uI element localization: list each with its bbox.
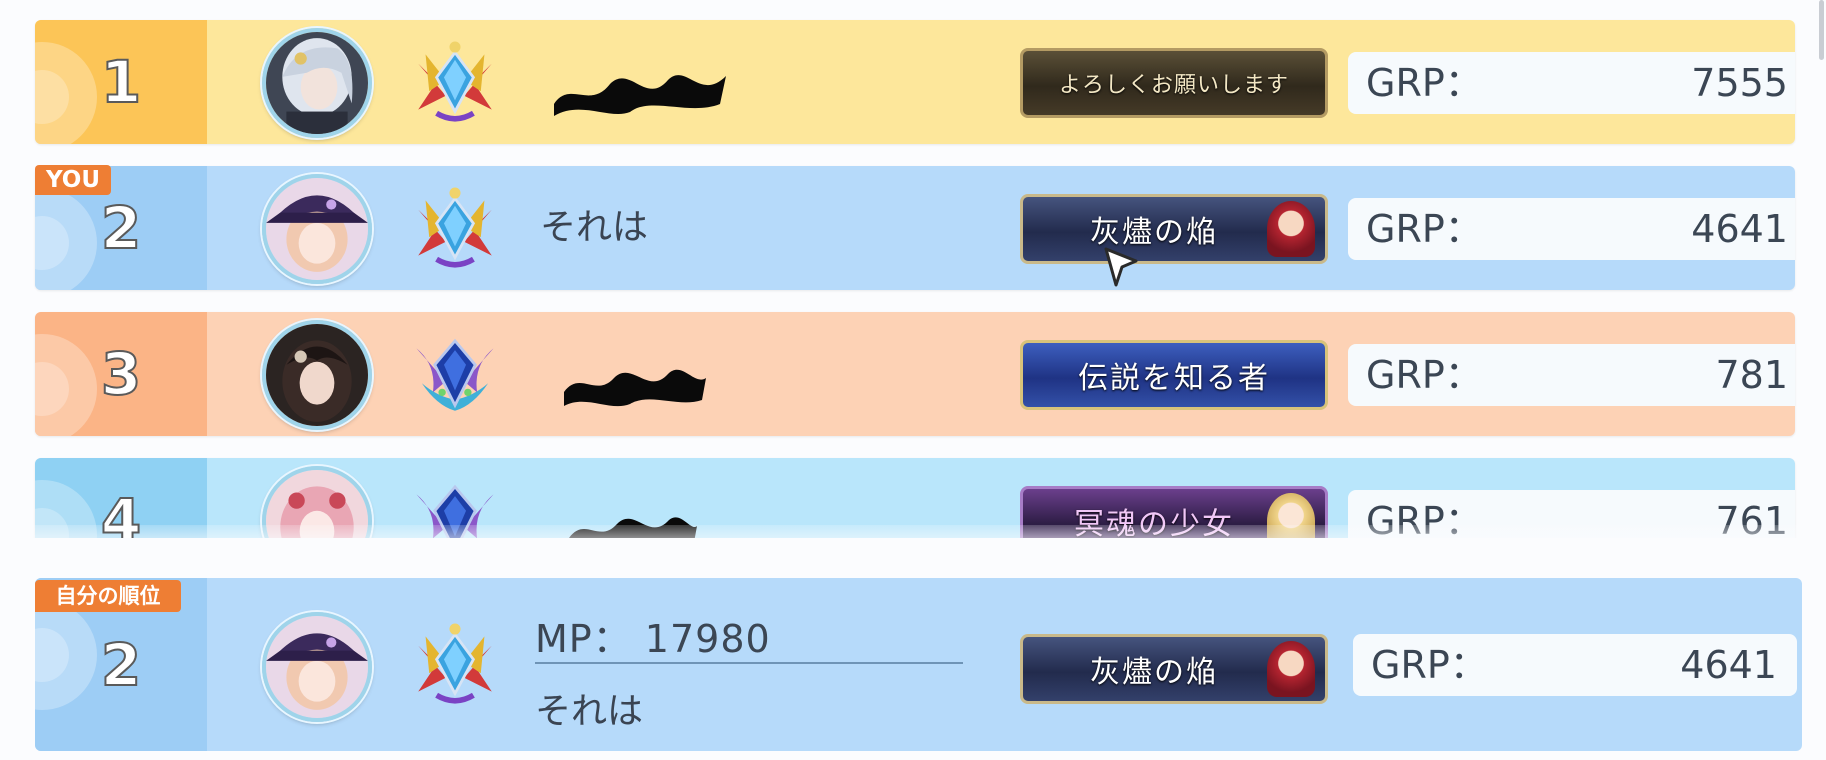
character-portrait-icon (1267, 641, 1315, 697)
avatar-portrait-icon (266, 324, 368, 426)
grp-label: GRP： (1371, 643, 1488, 687)
scrollbar[interactable] (1819, 0, 1824, 60)
list-fade-overlay (0, 525, 1826, 555)
rank-number: 1 (100, 47, 142, 117)
mp-value: 17980 (644, 617, 771, 661)
grp-label: GRP： (1366, 353, 1483, 397)
player-avatar[interactable] (262, 174, 372, 284)
rank-cell: 3 (35, 312, 207, 436)
rank-number: 4 (100, 485, 142, 538)
crystal-emblem-icon (409, 616, 501, 712)
ranking-row[interactable]: 3 伝説を知る者 GRP： 781 (35, 312, 1795, 436)
crystal-emblem-icon (409, 326, 501, 422)
title-text: 灰燼の焔 (1090, 655, 1218, 690)
player-avatar[interactable] (262, 28, 372, 138)
player-avatar[interactable] (262, 612, 372, 722)
self-rank-panel[interactable]: 2 MP： 17980 それは 灰燼の焔 GRP： 4641 (35, 578, 1802, 751)
divider (535, 662, 963, 664)
avatar-portrait-icon (266, 178, 368, 280)
grp-label: GRP： (1366, 61, 1483, 105)
rank-cell: 1 (35, 20, 207, 144)
player-name: それは (540, 207, 649, 248)
rank-number: 3 (100, 339, 142, 409)
grp-box: GRP： 781 (1348, 344, 1795, 406)
rank-cell: 4 (35, 458, 207, 538)
title-plate: 伝説を知る者 (1020, 340, 1328, 410)
grp-value: 4641 (1680, 643, 1777, 687)
title-plate: 灰燼の焔 (1020, 634, 1328, 704)
redacted-name (550, 60, 730, 120)
character-portrait-icon (1267, 201, 1315, 257)
crystal-emblem-icon (409, 34, 501, 130)
grp-value: 781 (1715, 353, 1788, 397)
mp-label: MP： (535, 617, 632, 661)
grp-value: 4641 (1691, 207, 1788, 251)
grp-box: GRP： 4641 (1353, 634, 1797, 696)
self-rank-badge: 自分の順位 (35, 580, 181, 612)
ranking-board: 1 よろしくお願いします GRP： 7555 2 それは 灰燼の焔 GRP： 4… (0, 0, 1826, 760)
pointer-cursor-icon (1100, 245, 1142, 291)
ranking-list[interactable]: 1 よろしくお願いします GRP： 7555 2 それは 灰燼の焔 GRP： 4… (0, 0, 1826, 538)
ranking-row[interactable]: 1 よろしくお願いします GRP： 7555 (35, 20, 1795, 144)
grp-label: GRP： (1366, 207, 1483, 251)
title-plate: 灰燼の焔 (1020, 194, 1328, 264)
redacted-name (560, 352, 710, 412)
match-points: MP： 17980 (535, 608, 771, 663)
ranking-row[interactable]: 2 それは 灰燼の焔 GRP： 4641 (35, 166, 1795, 290)
avatar-portrait-icon (266, 616, 368, 718)
player-avatar[interactable] (262, 320, 372, 430)
player-name: それは (535, 691, 644, 732)
you-badge: YOU (35, 165, 111, 195)
avatar-portrait-icon (266, 32, 368, 134)
grp-box: GRP： 7555 (1348, 52, 1795, 114)
grp-value: 7555 (1691, 61, 1788, 105)
crystal-emblem-icon (409, 180, 501, 276)
grp-box: GRP： 4641 (1348, 198, 1795, 260)
title-plate: よろしくお願いします (1020, 48, 1328, 118)
